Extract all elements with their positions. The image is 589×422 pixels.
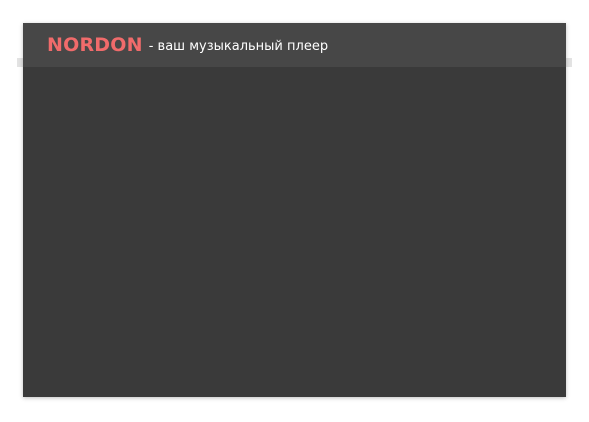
player-window: NORDON - ваш музыкальный плеер — [23, 23, 566, 397]
app-header: NORDON - ваш музыкальный плеер — [23, 23, 566, 67]
app-tagline: - ваш музыкальный плеер — [148, 38, 329, 54]
player-content-area — [23, 67, 566, 397]
page: NORDON - ваш музыкальный плеер — [0, 0, 589, 422]
app-logo: NORDON — [47, 34, 143, 56]
